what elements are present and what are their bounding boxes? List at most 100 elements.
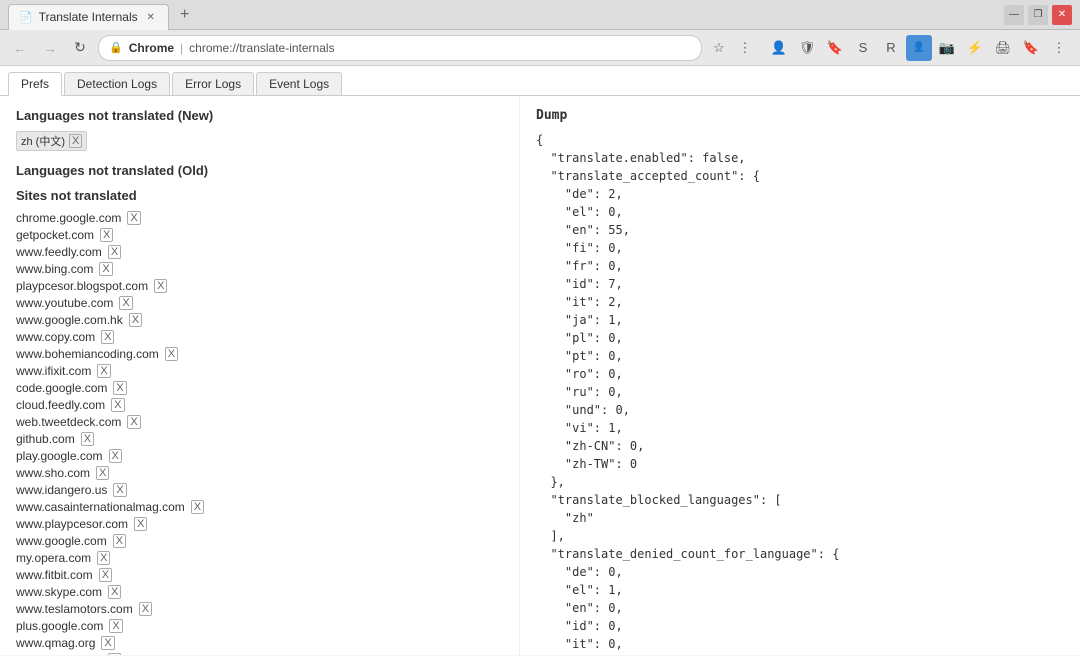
refresh-button[interactable]: ↻ xyxy=(68,36,92,60)
list-item: playpcesor.blogspot.com X xyxy=(16,279,503,293)
remove-site-button[interactable]: X xyxy=(108,653,121,655)
site-name: www.youtube.com xyxy=(16,296,113,310)
right-panel: Dump { "translate.enabled": false, "tran… xyxy=(520,96,1080,655)
list-item: www.teslamotors.com X xyxy=(16,602,503,616)
list-item: play.google.com X xyxy=(16,449,503,463)
star-button[interactable]: ☆ xyxy=(708,37,730,59)
section-title-old: Languages not translated (Old) xyxy=(16,163,503,178)
site-name: www.skype.com xyxy=(16,585,102,599)
forward-button[interactable]: → xyxy=(38,36,62,60)
list-item: www.fitbit.com X xyxy=(16,568,503,582)
site-name: code.google.com xyxy=(16,381,107,395)
site-name: my.opera.com xyxy=(16,551,91,565)
title-bar: 📄 Translate Internals ✕ + — ❐ ✕ xyxy=(0,0,1080,30)
toolbar-icon-8[interactable]: ⚡ xyxy=(962,35,988,61)
address-actions: ☆ ⋮ xyxy=(708,37,756,59)
main-content: Languages not translated (New) zh (中文) X… xyxy=(0,96,1080,655)
remove-site-button[interactable]: X xyxy=(139,602,152,616)
remove-site-button[interactable]: X xyxy=(113,534,126,548)
remove-zh-button[interactable]: X xyxy=(69,134,82,148)
remove-site-button[interactable]: X xyxy=(108,245,121,259)
list-item: www.copy.com X xyxy=(16,330,503,344)
remove-site-button[interactable]: X xyxy=(191,500,204,514)
remove-site-button[interactable]: X xyxy=(96,466,109,480)
back-button[interactable]: ← xyxy=(8,36,32,60)
window-controls: — ❐ ✕ xyxy=(1004,5,1072,25)
remove-site-button[interactable]: X xyxy=(100,228,113,242)
site-name: www.copy.com xyxy=(16,330,95,344)
remove-site-button[interactable]: X xyxy=(97,551,110,565)
toolbar-icon-5[interactable]: R xyxy=(878,35,904,61)
tag-label-zh: zh (中文) xyxy=(21,133,65,149)
remove-site-button[interactable]: X xyxy=(134,517,147,531)
remove-site-button[interactable]: X xyxy=(165,347,178,361)
list-item: www.playpcesor.com X xyxy=(16,517,503,531)
site-name: getpocket.com xyxy=(16,228,94,242)
site-name: plus.google.com xyxy=(16,619,103,633)
toolbar-icon-4[interactable]: S xyxy=(850,35,876,61)
site-name: www.google.com.hk xyxy=(16,313,123,327)
list-item: www.bing.com X xyxy=(16,262,503,276)
remove-site-button[interactable]: X xyxy=(101,636,114,650)
remove-site-button[interactable]: X xyxy=(99,568,112,582)
toolbar-icon-1[interactable]: 👤 xyxy=(766,35,792,61)
site-name: www.wuala.com xyxy=(16,653,102,655)
maximize-button[interactable]: ❐ xyxy=(1028,5,1048,25)
site-name: play.google.com xyxy=(16,449,103,463)
site-name: www.feedly.com xyxy=(16,245,102,259)
site-name: www.teslamotors.com xyxy=(16,602,133,616)
remove-site-button[interactable]: X xyxy=(119,296,132,310)
site-name: www.ifixit.com xyxy=(16,364,91,378)
toolbar-icon-10[interactable]: 🔖 xyxy=(1018,35,1044,61)
address-bar: ← → ↻ 🔒 Chrome | chrome://translate-inte… xyxy=(0,30,1080,66)
remove-site-button[interactable]: X xyxy=(81,432,94,446)
toolbar-icon-7[interactable]: 📷 xyxy=(934,35,960,61)
remove-site-button[interactable]: X xyxy=(109,449,122,463)
toolbar-icon-2[interactable]: 🛡 xyxy=(794,35,820,61)
list-item: code.google.com X xyxy=(16,381,503,395)
site-name: www.fitbit.com xyxy=(16,568,93,582)
tab-detection-logs[interactable]: Detection Logs xyxy=(64,72,170,95)
remove-site-button[interactable]: X xyxy=(99,262,112,276)
remove-site-button[interactable]: X xyxy=(154,279,167,293)
remove-site-button[interactable]: X xyxy=(97,364,110,378)
left-panel: Languages not translated (New) zh (中文) X… xyxy=(0,96,520,655)
url-text: chrome://translate-internals xyxy=(189,41,334,55)
browser-tab[interactable]: 📄 Translate Internals ✕ xyxy=(8,4,169,30)
close-window-button[interactable]: ✕ xyxy=(1052,5,1072,25)
site-name: chrome.google.com xyxy=(16,211,121,225)
remove-site-button[interactable]: X xyxy=(108,585,121,599)
toolbar-icon-9[interactable]: 🖨 xyxy=(990,35,1016,61)
list-item: www.bohemiancoding.com X xyxy=(16,347,503,361)
tab-favicon: 📄 xyxy=(19,11,33,24)
toolbar-icons: 👤 🛡 🔖 S R 👤 📷 ⚡ 🖨 🔖 ⋮ xyxy=(766,35,1072,61)
tab-event-logs[interactable]: Event Logs xyxy=(256,72,342,95)
tab-error-logs[interactable]: Error Logs xyxy=(172,72,254,95)
remove-site-button[interactable]: X xyxy=(129,313,142,327)
list-item: cloud.feedly.com X xyxy=(16,398,503,412)
nav-tabs: Prefs Detection Logs Error Logs Event Lo… xyxy=(0,66,1080,96)
remove-site-button[interactable]: X xyxy=(101,330,114,344)
tab-close-btn[interactable]: ✕ xyxy=(144,10,158,24)
list-item: www.skype.com X xyxy=(16,585,503,599)
site-name: www.casainternationalmag.com xyxy=(16,500,185,514)
list-item: www.ifixit.com X xyxy=(16,364,503,378)
list-item: my.opera.com X xyxy=(16,551,503,565)
minimize-button[interactable]: — xyxy=(1004,5,1024,25)
remove-site-button[interactable]: X xyxy=(111,398,124,412)
list-item: getpocket.com X xyxy=(16,228,503,242)
dump-content: { "translate.enabled": false, "translate… xyxy=(536,131,1064,655)
toolbar-icon-6[interactable]: 👤 xyxy=(906,35,932,61)
remove-site-button[interactable]: X xyxy=(109,619,122,633)
new-tab-button[interactable]: + xyxy=(173,3,197,27)
chrome-menu-button[interactable]: ⋮ xyxy=(1046,35,1072,61)
tab-prefs[interactable]: Prefs xyxy=(8,72,62,96)
remove-site-button[interactable]: X xyxy=(127,211,140,225)
address-menu-button[interactable]: ⋮ xyxy=(734,37,756,59)
toolbar-icon-3[interactable]: 🔖 xyxy=(822,35,848,61)
remove-site-button[interactable]: X xyxy=(127,415,140,429)
list-item: web.tweetdeck.com X xyxy=(16,415,503,429)
address-input[interactable]: 🔒 Chrome | chrome://translate-internals xyxy=(98,35,702,61)
remove-site-button[interactable]: X xyxy=(113,381,126,395)
remove-site-button[interactable]: X xyxy=(113,483,126,497)
